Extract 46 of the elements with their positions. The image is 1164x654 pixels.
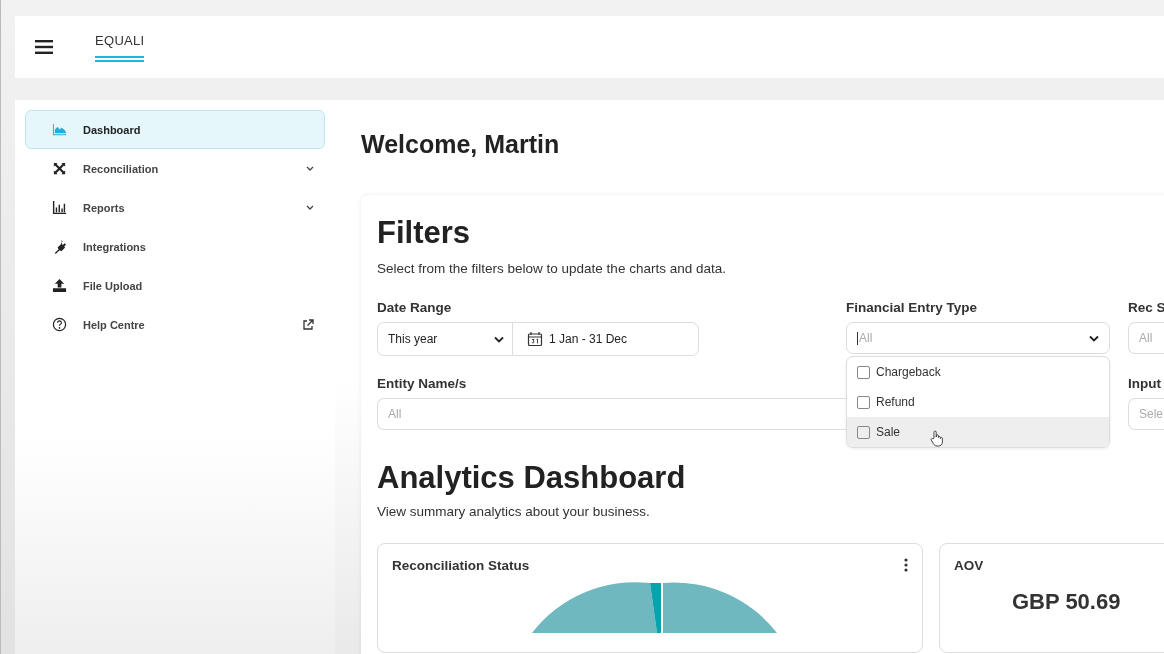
logo[interactable]: EQUALI (95, 32, 145, 62)
chevron-icon (306, 165, 314, 172)
analytics-title: Analytics Dashboard (377, 460, 687, 496)
dropdown-option[interactable]: Chargeback (847, 357, 1109, 387)
chevron-icon (306, 204, 314, 211)
sidebar-label: Help Centre (83, 318, 146, 331)
sidebar-item[interactable]: Dashboard (25, 110, 325, 149)
filters-title: Filters (377, 215, 472, 251)
checkbox[interactable] (857, 395, 870, 409)
sidebar-item[interactable]: File Upload (25, 266, 325, 305)
card-title: Reconciliation Status (392, 558, 530, 573)
chevron-icon (494, 335, 504, 343)
sidebar-label: Reconciliation (83, 162, 160, 175)
plug-icon (52, 239, 67, 254)
bar-chart-icon (52, 200, 67, 215)
checkbox[interactable] (857, 425, 870, 439)
aov-value: GBP 50.69 (1012, 589, 1122, 615)
filters-subtitle: Select from the filters below to update the charts and data. (377, 261, 727, 276)
sidebar-label: Integrations (83, 240, 147, 253)
sidebar-item[interactable]: Reports (25, 188, 325, 227)
checkbox[interactable] (857, 365, 870, 379)
sidebar-label: Reports (83, 201, 126, 214)
dropdown-option[interactable]: Sale (847, 417, 1109, 447)
arrows-icon (52, 161, 67, 176)
field-label: Date Range (377, 300, 453, 315)
menu-icon[interactable] (35, 40, 53, 54)
more-options-icon[interactable] (904, 558, 908, 572)
field-label: Entity Name/s (377, 376, 468, 391)
welcome-heading: Welcome, Martin (361, 130, 561, 159)
upload-icon (52, 278, 67, 293)
date-range-field[interactable]: This year 1 Jan - 31 Dec (377, 322, 699, 356)
field-label: Input (1128, 376, 1162, 391)
chevron-icon (1089, 334, 1099, 342)
field-label: Financial Entry Type (846, 300, 979, 315)
sidebar-item[interactable]: Reconciliation (25, 149, 325, 188)
card-title: AOV (954, 558, 984, 573)
area-chart-icon (52, 122, 67, 137)
external-link-icon (302, 318, 314, 331)
calendar-icon (527, 331, 543, 347)
dropdown-option[interactable]: Refund (847, 387, 1109, 417)
help-icon (52, 317, 67, 332)
sidebar-label: Dashboard (83, 123, 142, 136)
analytics-subtitle: View summary analytics about your business. (377, 504, 651, 519)
sidebar-item[interactable]: Help Centre (25, 305, 325, 344)
sidebar-label: File Upload (83, 279, 144, 292)
sidebar-item[interactable]: Integrations (25, 227, 325, 266)
